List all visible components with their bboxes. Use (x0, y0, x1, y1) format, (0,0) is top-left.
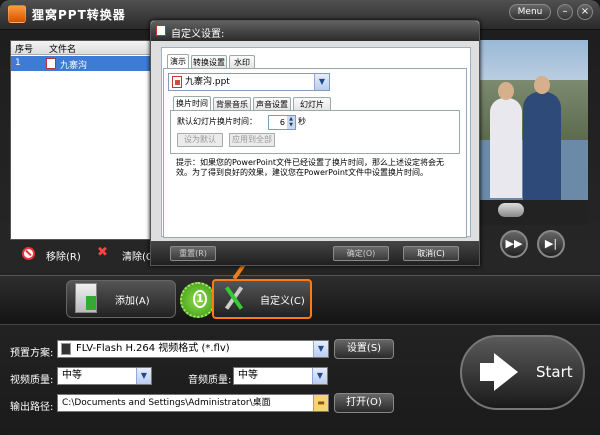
add-button-label: 添加(A) (115, 296, 150, 307)
close-button[interactable]: × (577, 4, 593, 20)
list-item-name: 九寨沟 (60, 61, 88, 71)
output-path-value: C:\Documents and Settings\Administrator\… (62, 398, 271, 408)
column-header-index[interactable]: 序号 (15, 42, 33, 55)
ppt-file-icon (172, 76, 182, 88)
add-file-icon (75, 283, 97, 313)
preset-value: FLV-Flash H.264 视频格式 (*.flv) (76, 343, 230, 354)
seek-slider-knob[interactable] (498, 203, 524, 217)
tab-convert-settings[interactable]: 转换设置 (191, 55, 227, 69)
video-preview (478, 40, 588, 200)
seek-track[interactable] (478, 200, 588, 225)
hint-text: 提示：如果您的PowerPoint文件已经设置了换片时间，那么上述设定将会无效。… (176, 158, 445, 177)
custom-button-label: 自定义(C) (260, 296, 305, 307)
cancel-button[interactable]: 取消(C) (403, 246, 459, 261)
ppt-file-icon (46, 58, 56, 69)
start-button-label: Start (536, 363, 573, 381)
list-item[interactable]: 1 九寨沟 (11, 56, 157, 71)
spinner-arrows-icon[interactable]: ▲ ▼ (287, 116, 295, 129)
column-header-filename[interactable]: 文件名 (49, 42, 76, 55)
remove-icon[interactable] (22, 247, 35, 260)
video-quality-select[interactable]: 中等 ▼ (57, 367, 152, 385)
subtab-background-music[interactable]: 背景音乐 (213, 97, 251, 111)
file-select-value: 九寨沟.ppt (185, 77, 230, 87)
list-item-index: 1 (15, 58, 21, 68)
chevron-down-icon[interactable]: ▼ (312, 368, 327, 384)
output-path-input[interactable]: C:\Documents and Settings\Administrator\… (57, 394, 329, 412)
apply-all-button[interactable]: 应用到全部 (229, 133, 275, 147)
reset-button[interactable]: 重置(R) (170, 246, 216, 261)
audio-quality-label: 音频质量: (188, 375, 232, 386)
tools-icon (222, 285, 246, 311)
dialog-title: 自定义设置: (171, 29, 225, 40)
folder-icon[interactable]: ▬ (313, 395, 328, 411)
film-icon (61, 343, 71, 355)
ppt-file-icon (156, 25, 166, 36)
set-default-button[interactable]: 设为默认 (177, 133, 223, 147)
file-list-header: 序号 文件名 (11, 41, 157, 55)
default-time-value: 6 (279, 118, 285, 127)
file-list[interactable]: 序号 文件名 1 九寨沟 (10, 40, 158, 240)
fast-forward-button[interactable]: ▶▶ (500, 230, 528, 258)
start-arrow-icon (480, 353, 520, 391)
default-time-spinner[interactable]: 6 ▲ ▼ (268, 115, 296, 130)
clear-icon[interactable]: ✖ (97, 246, 110, 260)
next-button[interactable]: ▶| (537, 230, 565, 258)
chevron-down-icon[interactable]: ▼ (136, 368, 151, 384)
video-quality-label: 视频质量: (10, 375, 54, 386)
subtab-slide-time[interactable]: 换片时间 (173, 96, 211, 111)
output-path-label: 输出路径: (10, 402, 54, 413)
subtab-sound-settings[interactable]: 声音设置 (253, 97, 291, 111)
dialog-title-bar: 自定义设置: (151, 21, 479, 41)
open-button[interactable]: 打开(O) (334, 393, 394, 413)
tab-demo[interactable]: 演示 (167, 54, 189, 69)
step-number-badge: 1 (193, 290, 207, 308)
preset-label: 预置方案: (10, 348, 54, 359)
seconds-label: 秒 (298, 117, 306, 126)
clear-button[interactable]: 清除(C (122, 248, 153, 263)
preset-select[interactable]: FLV-Flash H.264 视频格式 (*.flv) ▼ (57, 340, 329, 358)
menu-button[interactable]: Menu (509, 4, 551, 20)
menu-button-label: Menu (517, 7, 543, 17)
audio-quality-value: 中等 (238, 370, 258, 381)
minimize-button[interactable]: – (557, 4, 573, 20)
settings-button[interactable]: 设置(S) (334, 339, 394, 359)
ok-button[interactable]: 确定(O) (333, 246, 389, 261)
tab-watermark[interactable]: 水印 (229, 55, 255, 69)
chevron-down-icon[interactable]: ▼ (313, 341, 328, 357)
preview-person (490, 98, 522, 198)
default-time-label: 默认幻灯片换片时间： (177, 117, 257, 126)
video-quality-value: 中等 (62, 370, 82, 381)
chevron-down-icon[interactable]: ▼ (314, 74, 329, 90)
app-title: 狸窝PPT转换器 (32, 8, 126, 22)
app-logo-icon (8, 5, 26, 23)
audio-quality-select[interactable]: 中等 ▼ (233, 367, 328, 385)
preview-person-head (534, 76, 550, 94)
preview-person (523, 92, 561, 200)
remove-button[interactable]: 移除(R) (46, 248, 81, 263)
app-window: 狸窝PPT转换器 Menu – × 序号 文件名 1 九寨沟 移除(R) ✖ 清… (0, 0, 600, 435)
subtab-slides[interactable]: 幻灯片 (293, 97, 331, 111)
file-select[interactable]: 九寨沟.ppt ▼ (168, 73, 330, 91)
preview-person-head (498, 82, 514, 100)
